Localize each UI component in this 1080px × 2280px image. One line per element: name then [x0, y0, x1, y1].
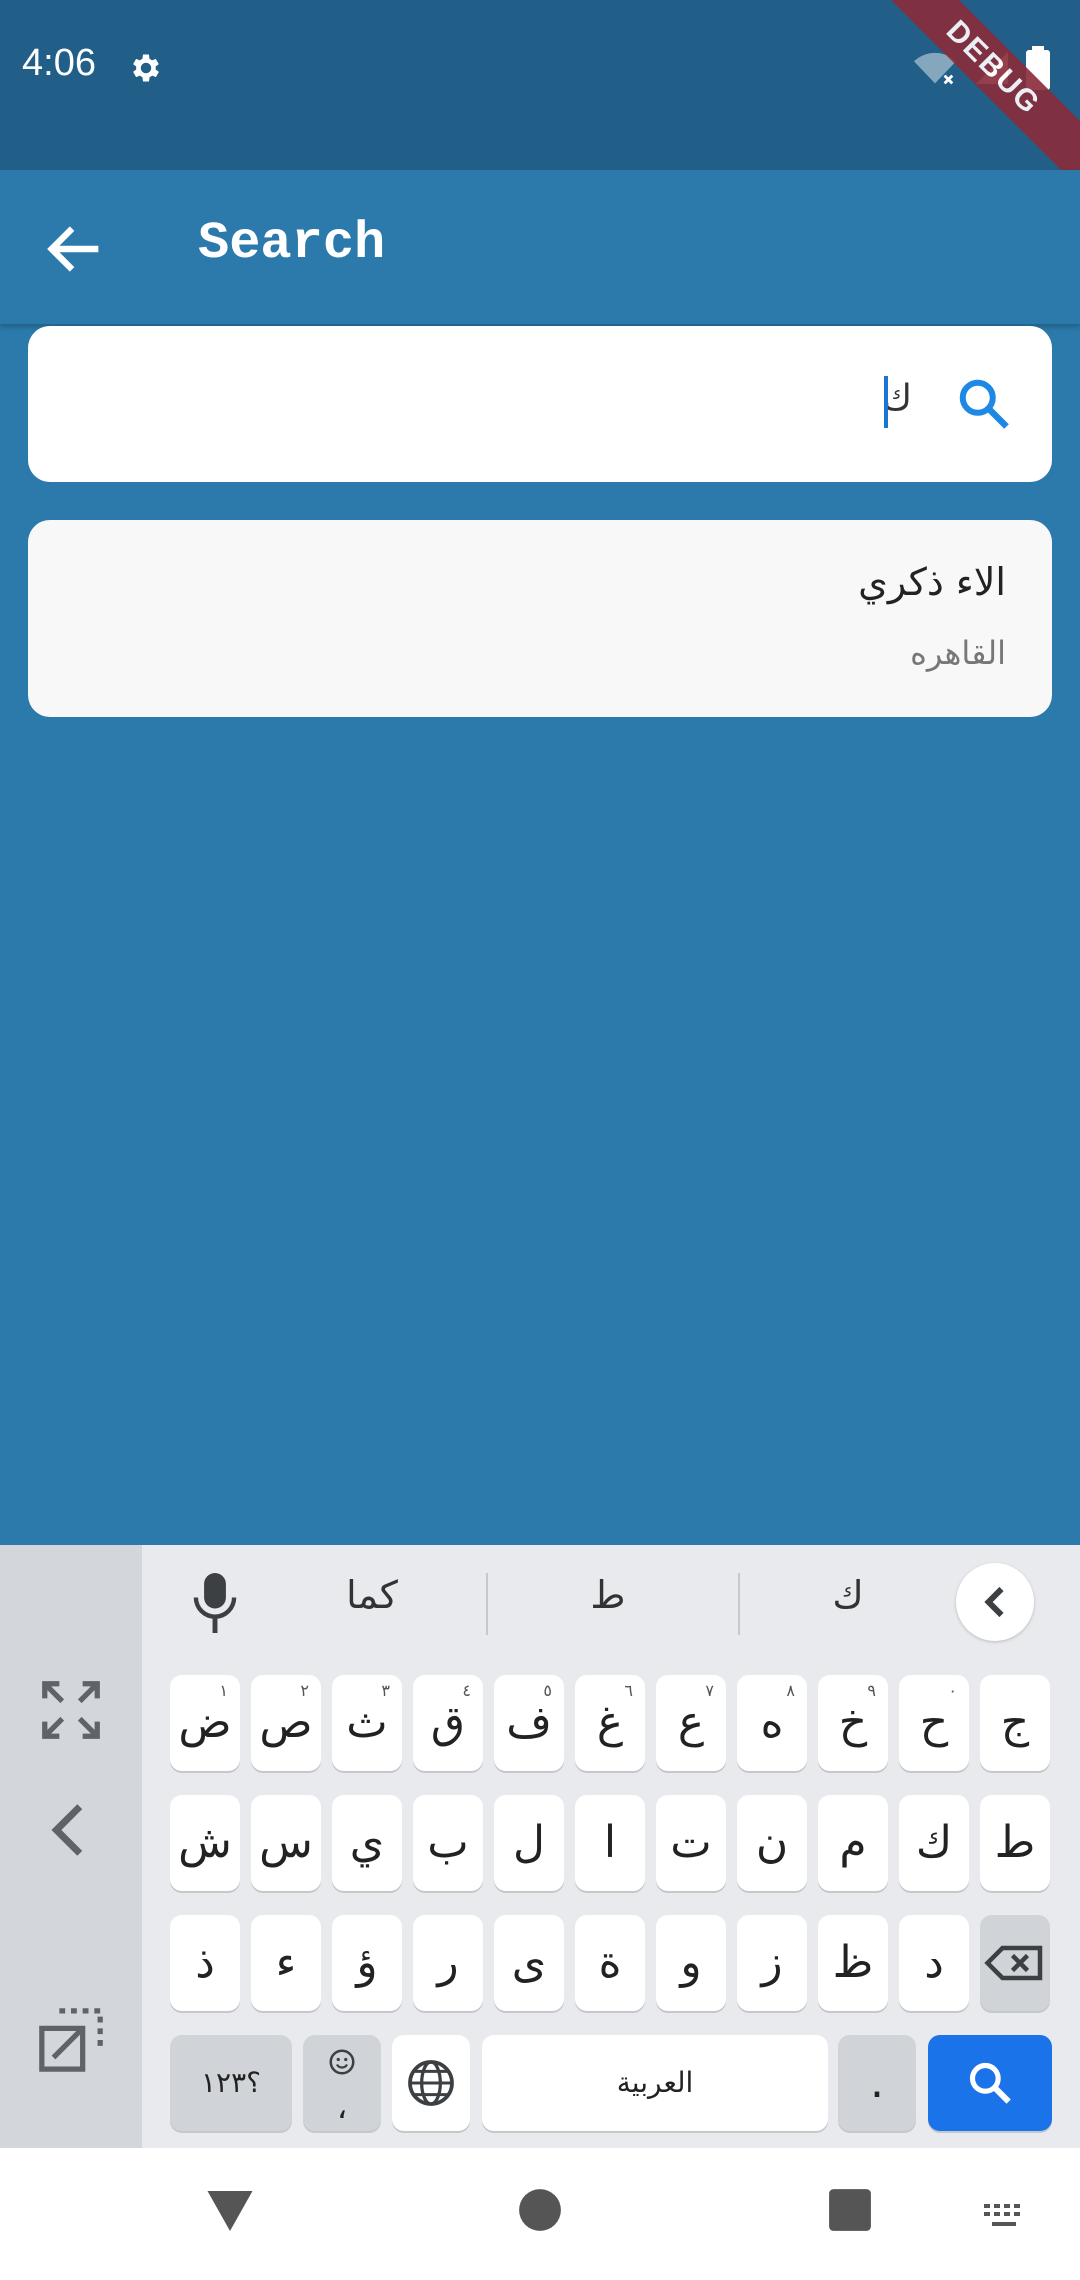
search-key[interactable] — [928, 2035, 1052, 2131]
key[interactable]: ب — [413, 1795, 483, 1891]
suggestion-bar: كما ط ك — [142, 1545, 1080, 1657]
key[interactable]: ج — [980, 1675, 1050, 1771]
key[interactable]: ة — [575, 1915, 645, 2011]
app-bar: Search — [0, 170, 1080, 324]
key[interactable]: ش — [170, 1795, 240, 1891]
search-icon[interactable] — [954, 374, 1014, 434]
back-triangle-icon[interactable] — [205, 2188, 255, 2234]
settings-gear-icon — [133, 54, 159, 82]
key[interactable]: ٥ف — [494, 1675, 564, 1771]
keyboard-side-panel — [0, 1545, 142, 2148]
key[interactable]: ٢ص — [251, 1675, 321, 1771]
collapse-suggestions-button[interactable] — [956, 1563, 1034, 1641]
key[interactable]: ا — [575, 1795, 645, 1891]
key[interactable]: ى — [494, 1915, 564, 2011]
result-name: الاء ذكري — [858, 560, 1006, 604]
expand-icon[interactable] — [36, 1675, 106, 1745]
search-input[interactable] — [68, 366, 892, 444]
key[interactable]: ٨ه — [737, 1675, 807, 1771]
back-arrow-icon[interactable] — [40, 214, 110, 284]
result-city: القاهره — [910, 634, 1006, 672]
key[interactable]: ك — [899, 1795, 969, 1891]
suggestion-divider — [738, 1573, 740, 1635]
globe-icon — [408, 2060, 454, 2106]
key[interactable]: د — [899, 1915, 969, 2011]
key[interactable]: ل — [494, 1795, 564, 1891]
backspace-key[interactable] — [980, 1915, 1050, 2011]
language-key[interactable] — [392, 2035, 470, 2131]
key[interactable]: ذ — [170, 1915, 240, 2011]
key[interactable]: و — [656, 1915, 726, 2011]
system-nav-bar — [0, 2148, 1080, 2280]
symbols-key[interactable]: ؟١٢٣ — [170, 2035, 292, 2131]
search-icon — [969, 2062, 1011, 2104]
home-circle-icon[interactable] — [518, 2188, 562, 2232]
suggestion-2[interactable]: ط — [508, 1573, 708, 1617]
search-card: ك — [28, 326, 1052, 482]
key[interactable]: ن — [737, 1795, 807, 1891]
backspace-icon — [984, 1945, 1043, 1981]
key[interactable]: ز — [737, 1915, 807, 2011]
space-key[interactable]: العربية — [482, 2035, 828, 2131]
arabic-comma: ، — [336, 2088, 348, 2126]
key[interactable]: ٦غ — [575, 1675, 645, 1771]
recents-square-icon[interactable] — [828, 2188, 872, 2232]
microphone-icon[interactable] — [192, 1573, 238, 1633]
key[interactable]: ت — [656, 1795, 726, 1891]
key[interactable]: ٣ث — [332, 1675, 402, 1771]
page-title: Search — [198, 214, 386, 273]
suggestion-3[interactable]: ك — [748, 1573, 948, 1617]
list-item[interactable]: الاء ذكري القاهره — [28, 520, 1052, 717]
text-caret — [884, 376, 888, 428]
key[interactable]: ؤ — [332, 1915, 402, 2011]
key[interactable]: ظ — [818, 1915, 888, 2011]
floating-keyboard-icon[interactable] — [36, 2005, 106, 2075]
key[interactable]: م — [818, 1795, 888, 1891]
period-key[interactable]: . — [838, 2035, 916, 2131]
key[interactable]: ٠ح — [899, 1675, 969, 1771]
key[interactable]: ر — [413, 1915, 483, 2011]
chevron-left-icon — [984, 1586, 1004, 1618]
chevron-left-icon[interactable] — [36, 1795, 106, 1865]
key[interactable]: ٩خ — [818, 1675, 888, 1771]
status-bar: 4:06 DEBUG — [0, 0, 1080, 202]
key[interactable]: ي — [332, 1795, 402, 1891]
emoji-key[interactable]: ، — [303, 2035, 381, 2131]
key[interactable]: ١ض — [170, 1675, 240, 1771]
suggestion-1[interactable]: كما — [272, 1573, 472, 1617]
key[interactable]: ط — [980, 1795, 1050, 1891]
suggestion-divider — [486, 1573, 488, 1635]
key[interactable]: س — [251, 1795, 321, 1891]
key[interactable]: ء — [251, 1915, 321, 2011]
emoji-icon — [329, 2049, 355, 2075]
status-time: 4:06 — [22, 42, 96, 84]
keyboard-switch-icon[interactable] — [984, 2204, 1028, 2230]
key[interactable]: ٤ق — [413, 1675, 483, 1771]
soft-keyboard: كما ط ك ١ض ٢ص ٣ث ٤ق ٥ف ٦غ ٧ع ٨ه ٩خ ٠ح ج … — [0, 1545, 1080, 2148]
key[interactable]: ٧ع — [656, 1675, 726, 1771]
